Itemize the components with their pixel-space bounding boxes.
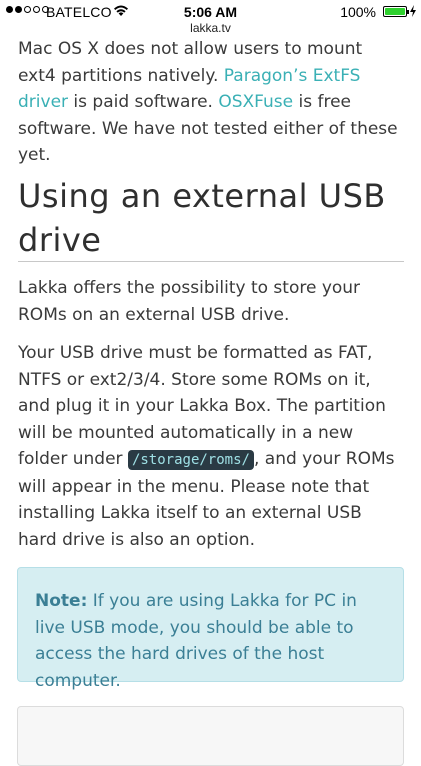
battery-fill [385, 8, 405, 15]
intro-paragraph: Mac OS X does not allow users to mount e… [18, 36, 404, 169]
battery-icon [383, 6, 409, 17]
osxfuse-link[interactable]: OSXFuse [218, 92, 293, 112]
address-bar[interactable]: lakka.tv [0, 21, 421, 35]
note-callout: Note: If you are using Lakka for PC in l… [17, 567, 404, 691]
code-block [17, 706, 404, 766]
url-text: lakka.tv [190, 21, 231, 35]
heading-divider [18, 261, 404, 262]
section-heading: Using an external USB drive [18, 177, 386, 259]
intro-text: is paid software. [68, 92, 219, 112]
storage-path-code: /storage/roms/ [127, 450, 254, 470]
usb-details-paragraph: Your USB drive must be formatted as FAT,… [18, 340, 404, 553]
charging-bolt-icon [410, 5, 416, 17]
note-label: Note: [35, 591, 88, 611]
note-paragraph: Note: If you are using Lakka for PC in l… [35, 588, 375, 694]
battery-percentage: 100% [340, 4, 376, 20]
usb-intro-paragraph: Lakka offers the possibility to store yo… [18, 278, 361, 325]
